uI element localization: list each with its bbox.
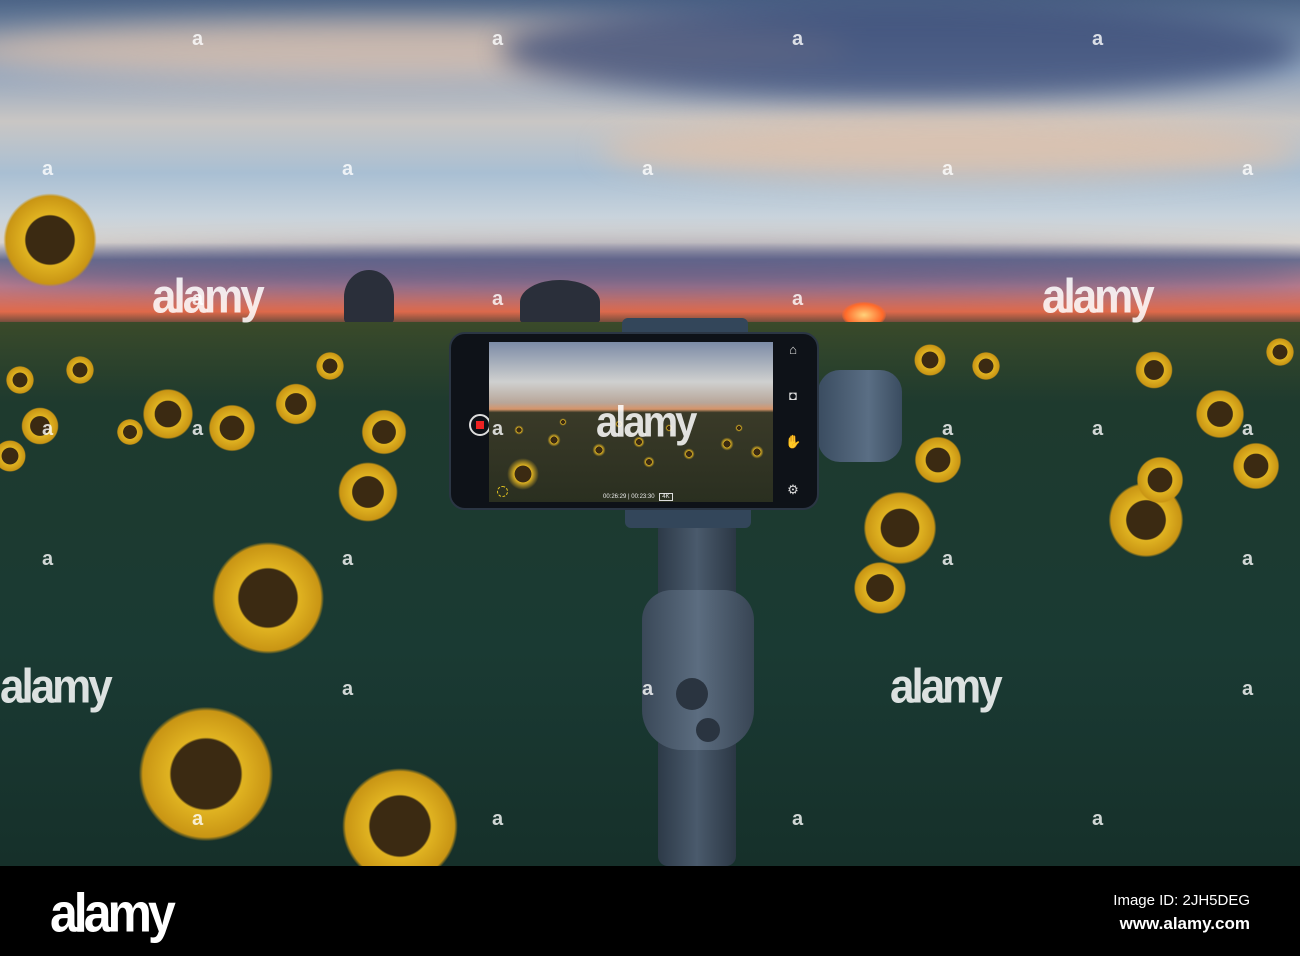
sunflower <box>336 460 400 524</box>
watermark-mark: a <box>1092 418 1104 440</box>
sunflower <box>735 424 743 432</box>
sunflower <box>338 764 462 866</box>
site-url: www.alamy.com <box>1119 914 1250 933</box>
watermark: alamy <box>0 659 113 714</box>
watermark-mark: a <box>42 548 54 570</box>
settings-gear-icon[interactable]: ⚙ <box>785 482 801 498</box>
sunflower <box>20 406 60 446</box>
watermark-mark: a <box>192 288 204 310</box>
photo-sunflower-field: 00:26:29 | 00:23:30 4K ⌂ ◘ ✋ ⚙ alamy ala… <box>0 0 1300 866</box>
watermark-mark: a <box>942 158 954 180</box>
sunflower <box>1265 337 1295 367</box>
resolution-badge: 4K <box>659 493 673 501</box>
sunflower <box>0 190 100 290</box>
footer-bar <box>0 866 1300 956</box>
home-icon[interactable]: ⌂ <box>785 342 801 357</box>
sunflower <box>514 425 524 435</box>
sunflower <box>506 457 540 491</box>
watermark-mark: a <box>342 548 354 570</box>
sunflower <box>134 702 278 846</box>
watermark-mark: a <box>492 288 504 310</box>
sunflower <box>5 365 35 395</box>
watermark-mark: a <box>1092 28 1104 50</box>
sunflower <box>1135 455 1185 505</box>
sunflower <box>559 418 567 426</box>
sunflower <box>913 343 947 377</box>
sunflower <box>1194 388 1246 440</box>
watermark-mark: a <box>1242 158 1254 180</box>
sunflower <box>0 439 27 473</box>
watermark-mark: a <box>342 678 354 700</box>
watermark-mark: a <box>192 418 204 440</box>
sunflower <box>971 351 1001 381</box>
watermark-mark: a <box>1242 548 1254 570</box>
timecode: 00:26:29 | 00:23:30 <box>603 494 655 500</box>
watermark-mark: a <box>42 158 54 180</box>
watermark-mark: a <box>942 418 954 440</box>
watermark-mark: a <box>792 808 804 830</box>
sunflower <box>861 489 939 567</box>
watermark: alamy <box>890 659 1003 714</box>
watermark-mark: a <box>492 808 504 830</box>
watermark-mark: a <box>492 28 504 50</box>
watermark-mark: a <box>792 288 804 310</box>
joystick-button <box>676 678 708 710</box>
image-id: Image ID: 2JH5DEG <box>1113 892 1250 909</box>
watermark-mark: a <box>192 28 204 50</box>
sunflower <box>750 445 764 459</box>
watermark: alamy <box>152 269 265 324</box>
sunflower <box>207 403 257 453</box>
sunflower <box>1134 350 1174 390</box>
record-button[interactable] <box>469 414 491 436</box>
watermark-mark: a <box>1092 808 1104 830</box>
focus-target-icon[interactable] <box>497 486 508 497</box>
watermark-mark: a <box>642 678 654 700</box>
watermark: alamy <box>1042 269 1155 324</box>
sunflower <box>547 433 561 447</box>
watermark-mark: a <box>942 548 954 570</box>
sunflower <box>65 355 95 385</box>
sunflower <box>360 408 408 456</box>
gimbal-motor <box>818 370 902 462</box>
sunflower <box>720 437 734 451</box>
watermark-mark: a <box>1242 678 1254 700</box>
gesture-icon[interactable]: ✋ <box>785 434 801 450</box>
watermark-mark: a <box>42 418 54 440</box>
watermark: alamy <box>596 397 697 447</box>
gimbal-control-head <box>642 590 754 750</box>
sunflower <box>643 456 655 468</box>
watermark-mark: a <box>792 28 804 50</box>
sunflower <box>852 560 908 616</box>
watermark-mark: a <box>192 808 204 830</box>
sunflower <box>116 418 144 446</box>
mode-button <box>696 718 720 742</box>
sunflower <box>683 448 695 460</box>
sunflower <box>274 382 318 426</box>
sunflower <box>208 538 328 658</box>
watermark-mark: a <box>492 418 504 440</box>
alamy-logo: alamy <box>50 882 176 944</box>
sunflower <box>913 435 963 485</box>
sunflower <box>1231 441 1281 491</box>
watermark-mark: a <box>642 158 654 180</box>
camera-icon[interactable]: ◘ <box>785 388 801 403</box>
watermark-mark: a <box>342 158 354 180</box>
sunflower <box>315 351 345 381</box>
watermark-mark: a <box>1242 418 1254 440</box>
sunflower <box>141 387 195 441</box>
